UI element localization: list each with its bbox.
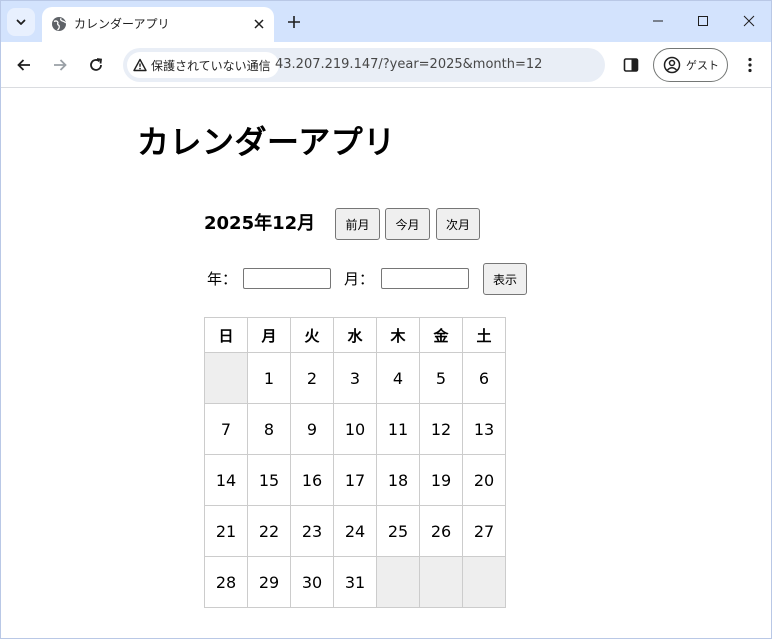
- page-title: カレンダーアプリ: [137, 123, 396, 161]
- day-cell: 12: [419, 403, 463, 455]
- side-panel-button[interactable]: [617, 51, 645, 79]
- minimize-button[interactable]: [635, 1, 681, 41]
- calendar-table: 日 月 火 水 木 金 土 1 2 3 4 5 6 7 8 9 10 11 12 13 14 15 16 17 1…: [204, 317, 506, 608]
- day-cell: 21: [204, 505, 248, 557]
- page-content: カレンダーアプリ 2025年12月 前月 今月 次月 年： 月： 表示 日 月 …: [1, 89, 771, 638]
- day-cell: 3: [333, 352, 377, 404]
- day-cell: 1: [247, 352, 291, 404]
- profile-label: ゲスト: [686, 59, 719, 72]
- weekday-header-row: 日 月 火 水 木 金 土: [204, 317, 506, 353]
- close-icon: [254, 19, 264, 29]
- plus-icon: [288, 16, 300, 28]
- reload-button[interactable]: [82, 51, 110, 79]
- empty-day-cell: [376, 556, 420, 608]
- url-text[interactable]: 43.207.219.147/?year=2025&month=12: [275, 57, 542, 72]
- weekday-header: 月: [247, 317, 291, 353]
- year-input[interactable]: [243, 268, 331, 289]
- account-icon: [663, 56, 681, 74]
- arrow-left-icon: [17, 59, 30, 71]
- month-label: 月：: [344, 270, 375, 288]
- day-cell: 9: [290, 403, 334, 455]
- more-vertical-icon: [748, 57, 752, 73]
- day-cell: 7: [204, 403, 248, 455]
- day-cell: 4: [376, 352, 420, 404]
- reload-icon: [90, 58, 103, 71]
- tab-close-button[interactable]: [249, 14, 269, 34]
- browser-toolbar: 保護されていない通信 43.207.219.147/?year=2025&mon…: [1, 42, 771, 88]
- week-row: 14 15 16 17 18 19 20: [204, 454, 506, 506]
- week-row: 7 8 9 10 11 12 13: [204, 403, 506, 455]
- maximize-button[interactable]: [680, 1, 726, 41]
- empty-day-cell: [462, 556, 506, 608]
- day-cell: 27: [462, 505, 506, 557]
- maximize-icon: [698, 16, 708, 26]
- warning-icon: [133, 58, 147, 72]
- calendar-body: 1 2 3 4 5 6 7 8 9 10 11 12 13 14 15 16 17 18 19 20 21 22 23 24 2…: [204, 352, 506, 608]
- day-cell: 23: [290, 505, 334, 557]
- weekday-header: 金: [419, 317, 463, 353]
- active-tab[interactable]: カレンダーアプリ: [42, 7, 274, 42]
- day-cell: 6: [462, 352, 506, 404]
- empty-day-cell: [419, 556, 463, 608]
- weekday-header: 火: [290, 317, 334, 353]
- day-cell: 15: [247, 454, 291, 506]
- address-bar[interactable]: 保護されていない通信 43.207.219.147/?year=2025&mon…: [123, 48, 605, 82]
- window-close-button[interactable]: [726, 1, 771, 41]
- profile-button[interactable]: ゲスト: [653, 48, 728, 82]
- back-button[interactable]: [10, 51, 38, 79]
- day-cell: 13: [462, 403, 506, 455]
- day-cell: 18: [376, 454, 420, 506]
- weekday-header: 土: [462, 317, 506, 353]
- day-cell: 22: [247, 505, 291, 557]
- day-cell: 31: [333, 556, 377, 608]
- week-row: 21 22 23 24 25 26 27: [204, 505, 506, 557]
- day-cell: 29: [247, 556, 291, 608]
- close-icon: [743, 15, 755, 27]
- day-cell: 11: [376, 403, 420, 455]
- security-chip[interactable]: 保護されていない通信: [127, 52, 279, 78]
- day-cell: 28: [204, 556, 248, 608]
- next-month-button[interactable]: 次月: [436, 208, 480, 240]
- tab-search-button[interactable]: [7, 8, 35, 36]
- arrow-right-icon: [54, 59, 67, 71]
- weekday-header: 日: [204, 317, 248, 353]
- chevron-down-icon: [16, 19, 26, 25]
- month-input[interactable]: [381, 268, 469, 289]
- tab-strip: カレンダーアプリ: [1, 1, 771, 42]
- day-cell: 16: [290, 454, 334, 506]
- show-button[interactable]: 表示: [483, 263, 527, 295]
- day-cell: 5: [419, 352, 463, 404]
- day-cell: 2: [290, 352, 334, 404]
- prev-month-button[interactable]: 前月: [335, 208, 380, 240]
- day-cell: 10: [333, 403, 377, 455]
- browser-menu-button[interactable]: [736, 51, 764, 79]
- day-cell: 8: [247, 403, 291, 455]
- day-cell: 19: [419, 454, 463, 506]
- side-panel-icon: [623, 58, 639, 72]
- day-cell: 26: [419, 505, 463, 557]
- current-month-label: 2025年12月: [204, 213, 316, 234]
- day-cell: 24: [333, 505, 377, 557]
- day-cell: 25: [376, 505, 420, 557]
- day-cell: 30: [290, 556, 334, 608]
- minimize-icon: [653, 20, 663, 22]
- day-cell: 17: [333, 454, 377, 506]
- week-row: 28 29 30 31: [204, 556, 506, 608]
- this-month-button[interactable]: 今月: [385, 208, 430, 240]
- security-label: 保護されていない通信: [151, 58, 271, 73]
- tab-title: カレンダーアプリ: [74, 17, 170, 31]
- forward-button[interactable]: [46, 51, 74, 79]
- empty-day-cell: [204, 352, 248, 404]
- week-row: 123456: [204, 352, 506, 404]
- browser-window: カレンダーアプリ 保護されていない通信 43.207.219.147/?year…: [0, 0, 772, 639]
- new-tab-button[interactable]: [282, 10, 306, 34]
- day-cell: 20: [462, 454, 506, 506]
- day-cell: 14: [204, 454, 248, 506]
- year-label: 年：: [207, 270, 238, 288]
- globe-icon: [52, 17, 67, 31]
- weekday-header: 木: [376, 317, 420, 353]
- weekday-header: 水: [333, 317, 377, 353]
